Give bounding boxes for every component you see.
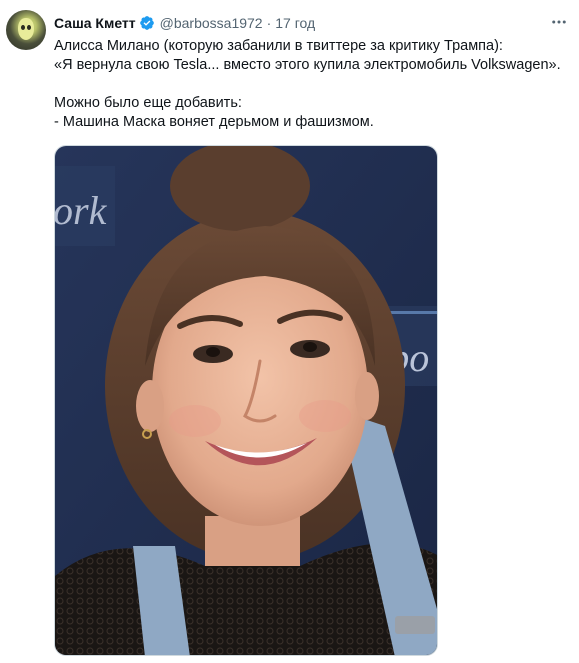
tweet-text-line: «Я вернула свою Tesla... вместо этого ку…: [54, 57, 561, 73]
more-horizontal-icon[interactable]: [549, 12, 569, 32]
tweet-text-line: Можно было еще добавить:: [54, 95, 242, 111]
portrait-photo: ork Expo: [55, 146, 437, 655]
backdrop-logo-text-left: ork: [55, 188, 108, 233]
avatar[interactable]: [6, 10, 46, 50]
tweet-text: Алисса Милано (которую забанили в твитте…: [54, 37, 574, 132]
tweet-text-line: Алисса Милано (которую забанили в твитте…: [54, 38, 503, 54]
verified-badge-icon: [139, 16, 154, 30]
tweet-timestamp[interactable]: 17 год: [275, 13, 315, 33]
tweet-card: Саша Кметт @barbossa1972 · 17 год Алисса…: [0, 0, 579, 663]
tweet-text-line: - Машина Маска воняет дерьмом и фашизмом…: [54, 114, 374, 130]
author-handle[interactable]: @barbossa1972: [160, 13, 263, 33]
author-name[interactable]: Саша Кметт: [54, 13, 136, 33]
tweet-photo[interactable]: ork Expo: [54, 145, 438, 656]
mask-avatar-graphic: [18, 18, 34, 40]
tweet-header: Саша Кметт @barbossa1972 · 17 год: [54, 13, 315, 33]
separator-dot: ·: [266, 15, 272, 31]
